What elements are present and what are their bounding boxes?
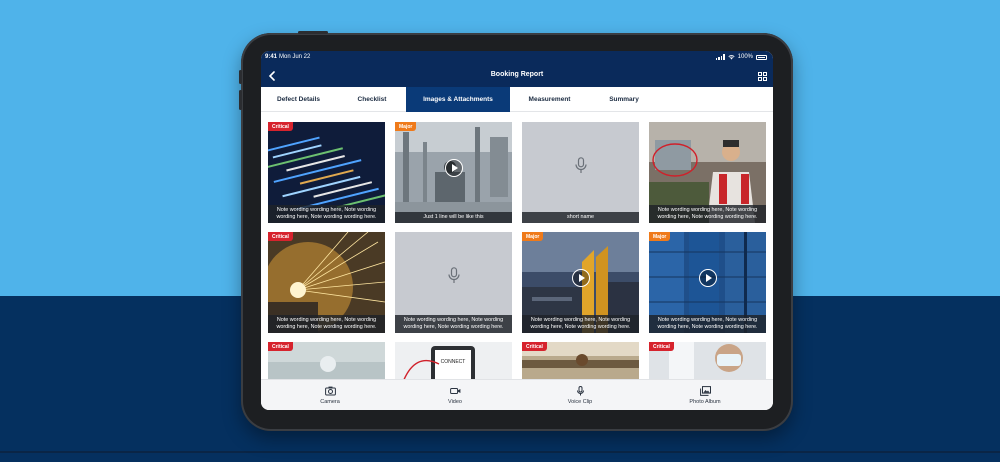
card-caption: Note wording wording here, Note wording … [268, 205, 385, 223]
attachment-card[interactable]: CONNECT [395, 342, 512, 379]
grid-icon [757, 71, 767, 81]
card-caption: short name [522, 212, 639, 223]
tab-defect-details[interactable]: Defect Details [261, 87, 336, 112]
attachment-card[interactable]: Critical [649, 342, 766, 379]
attachment-card[interactable]: Critical [522, 342, 639, 379]
card-caption: Note wording wording here, Note wording … [649, 315, 766, 333]
status-badge: Critical [649, 342, 674, 351]
nav-bar: Booking Report [261, 65, 773, 87]
voice-clip-label: Voice Clip [567, 399, 593, 405]
camera-button[interactable]: Camera [280, 380, 380, 410]
tab-checklist[interactable]: Checklist [336, 87, 408, 112]
status-badge: Critical [268, 342, 293, 351]
status-badge: Critical [268, 122, 293, 131]
tablet-photo: CONNECT [395, 342, 512, 379]
card-caption: Note wording wording here, Note wording … [522, 315, 639, 333]
play-icon[interactable] [698, 268, 717, 287]
camera-label: Camera [320, 399, 340, 405]
tablet-volume-button [239, 90, 242, 110]
status-date: Mon Jun 22 [279, 54, 311, 60]
card-caption: Note wording wording here, Note wording … [268, 315, 385, 333]
attachments-grid: Critical Note wording wording here, Note… [261, 113, 773, 379]
status-badge: Major [649, 232, 671, 241]
attachment-card[interactable]: Major Note wording wording here, Note wo… [522, 232, 639, 333]
mic-icon [447, 266, 460, 283]
attachment-card[interactable]: Critical Note wording wording here, Note… [268, 232, 385, 333]
video-camera-icon [449, 388, 460, 394]
grid-view-button[interactable] [755, 69, 769, 83]
play-icon[interactable] [571, 268, 590, 287]
tab-bar: Defect Details Checklist Images & Attach… [261, 87, 773, 112]
photo-album-button[interactable]: Photo Album [655, 380, 755, 410]
attachment-card[interactable]: short name [522, 122, 639, 223]
signal-icon [715, 54, 725, 60]
photo-album-label: Photo Album [689, 399, 721, 405]
tablet-screen-text: CONNECT [441, 359, 466, 365]
status-badge: Critical [522, 342, 547, 351]
status-indicators: 100% [715, 54, 767, 60]
battery-icon [756, 54, 767, 60]
attachment-card[interactable]: Critical [268, 342, 385, 379]
status-time: 9:41 [265, 54, 278, 60]
tablet-side-button [239, 70, 242, 84]
card-caption: Just 1 line will be like this [395, 212, 512, 223]
camera-icon [324, 386, 336, 396]
status-bar: 9:41 Mon Jun 22 100% [261, 51, 773, 65]
status-badge: Critical [268, 232, 293, 241]
tab-measurement[interactable]: Measurement [510, 87, 589, 112]
bottom-toolbar: Camera Video Voice Clip Photo Album [261, 379, 773, 410]
status-badge: Major [522, 232, 544, 241]
wifi-icon [728, 55, 735, 60]
page-title: Booking Report [490, 71, 544, 78]
attachment-card[interactable]: Note wording wording here, Note wording … [395, 232, 512, 333]
video-label: Video [448, 399, 462, 405]
mic-icon [574, 156, 587, 173]
card-caption: Note wording wording here, Note wording … [649, 205, 766, 223]
background-line [0, 451, 1000, 453]
attachment-card[interactable]: Critical Note wording wording here, Note… [268, 122, 385, 223]
voice-clip-button[interactable]: Voice Clip [530, 380, 630, 410]
status-badge: Major [395, 122, 417, 131]
photo-album-icon [699, 386, 711, 396]
app-screen: 9:41 Mon Jun 22 100% Booking Report Defe… [261, 51, 773, 410]
mic-icon [576, 386, 584, 396]
video-button[interactable]: Video [405, 380, 505, 410]
tablet-top-button [298, 31, 328, 34]
play-icon[interactable] [444, 158, 463, 177]
card-caption: Note wording wording here, Note wording … [395, 315, 512, 333]
attachment-card[interactable]: Major Just 1 line will be like this [395, 122, 512, 223]
attachment-card[interactable]: Major Note wording wording here, Note wo… [649, 232, 766, 333]
attachment-card[interactable]: Note wording wording here, Note wording … [649, 122, 766, 223]
tab-summary[interactable]: Summary [589, 87, 659, 112]
tab-images-attachments[interactable]: Images & Attachments [406, 87, 510, 112]
battery-percent: 100% [737, 54, 753, 60]
